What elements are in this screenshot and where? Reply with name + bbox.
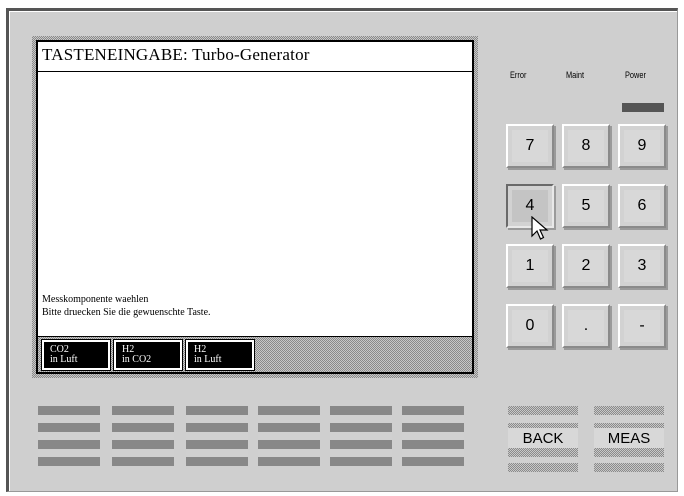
key-1[interactable]: 1	[506, 244, 554, 288]
softkey-bar: CO2 in Luft H2 in CO2 H2 in Luft	[38, 336, 472, 372]
softkey-h2-in-co2[interactable]: H2 in CO2	[113, 339, 183, 371]
softkey-h2-in-luft[interactable]: H2 in Luft	[185, 339, 255, 371]
key-5-face: 5	[568, 190, 604, 222]
key-3-label: 3	[637, 257, 647, 274]
key-2-label: 2	[581, 257, 591, 274]
key-6-label: 6	[637, 197, 647, 214]
key-2[interactable]: 2	[562, 244, 610, 288]
display-frame: TASTENEINGABE: Turbo-Generator Messkompo…	[32, 36, 478, 378]
key-minus[interactable]: -	[618, 304, 666, 348]
key-dot-face: .	[568, 310, 604, 342]
key-minus-face: -	[624, 310, 660, 342]
key-minus-label: -	[639, 317, 645, 334]
key-7[interactable]: 7	[506, 124, 554, 168]
key-dot-label: .	[583, 317, 589, 334]
softkey-label-line2: in CO2	[122, 354, 152, 365]
meas-button-label: MEAS	[594, 428, 664, 448]
meas-button[interactable]: MEAS	[594, 404, 664, 474]
key-0-label: 0	[525, 317, 535, 334]
back-button[interactable]: BACK	[508, 404, 578, 474]
key-8[interactable]: 8	[562, 124, 610, 168]
function-key-1[interactable]	[38, 404, 100, 474]
key-5-label: 5	[581, 197, 591, 214]
key-4-label: 4	[525, 197, 535, 214]
function-key-2[interactable]	[112, 404, 174, 474]
key-0[interactable]: 0	[506, 304, 554, 348]
screen-message-1: Messkomponente waehlen	[42, 294, 149, 305]
function-key-5[interactable]	[330, 404, 392, 474]
screen-message-2: Bitte druecken Sie die gewuenschte Taste…	[42, 307, 211, 318]
key-6-face: 6	[624, 190, 660, 222]
back-button-label: BACK	[508, 428, 578, 448]
key-5[interactable]: 5	[562, 184, 610, 228]
softkey-label-line2: in Luft	[194, 354, 222, 365]
key-8-face: 8	[568, 130, 604, 162]
softkey-co2-in-luft[interactable]: CO2 in Luft	[41, 339, 111, 371]
key-1-label: 1	[525, 257, 535, 274]
key-6[interactable]: 6	[618, 184, 666, 228]
error-indicator-label: Error	[510, 70, 527, 80]
key-0-face: 0	[512, 310, 548, 342]
key-9-label: 9	[637, 137, 647, 154]
key-dot[interactable]: .	[562, 304, 610, 348]
key-1-face: 1	[512, 250, 548, 282]
key-7-face: 7	[512, 130, 548, 162]
power-indicator-label: Power	[625, 70, 646, 80]
function-key-6[interactable]	[402, 404, 464, 474]
mouse-pointer-icon	[531, 216, 549, 240]
key-3[interactable]: 3	[618, 244, 666, 288]
function-key-4[interactable]	[258, 404, 320, 474]
key-7-label: 7	[525, 137, 535, 154]
function-key-3[interactable]	[186, 404, 248, 474]
screen-title: TASTENEINGABE: Turbo-Generator	[38, 42, 472, 72]
key-9-face: 9	[624, 130, 660, 162]
key-3-face: 3	[624, 250, 660, 282]
key-8-label: 8	[581, 137, 591, 154]
maint-indicator-label: Maint	[566, 70, 585, 80]
power-led	[622, 103, 664, 112]
key-9[interactable]: 9	[618, 124, 666, 168]
softkey-label-line2: in Luft	[50, 354, 78, 365]
display-screen: TASTENEINGABE: Turbo-Generator Messkompo…	[36, 40, 474, 374]
key-2-face: 2	[568, 250, 604, 282]
